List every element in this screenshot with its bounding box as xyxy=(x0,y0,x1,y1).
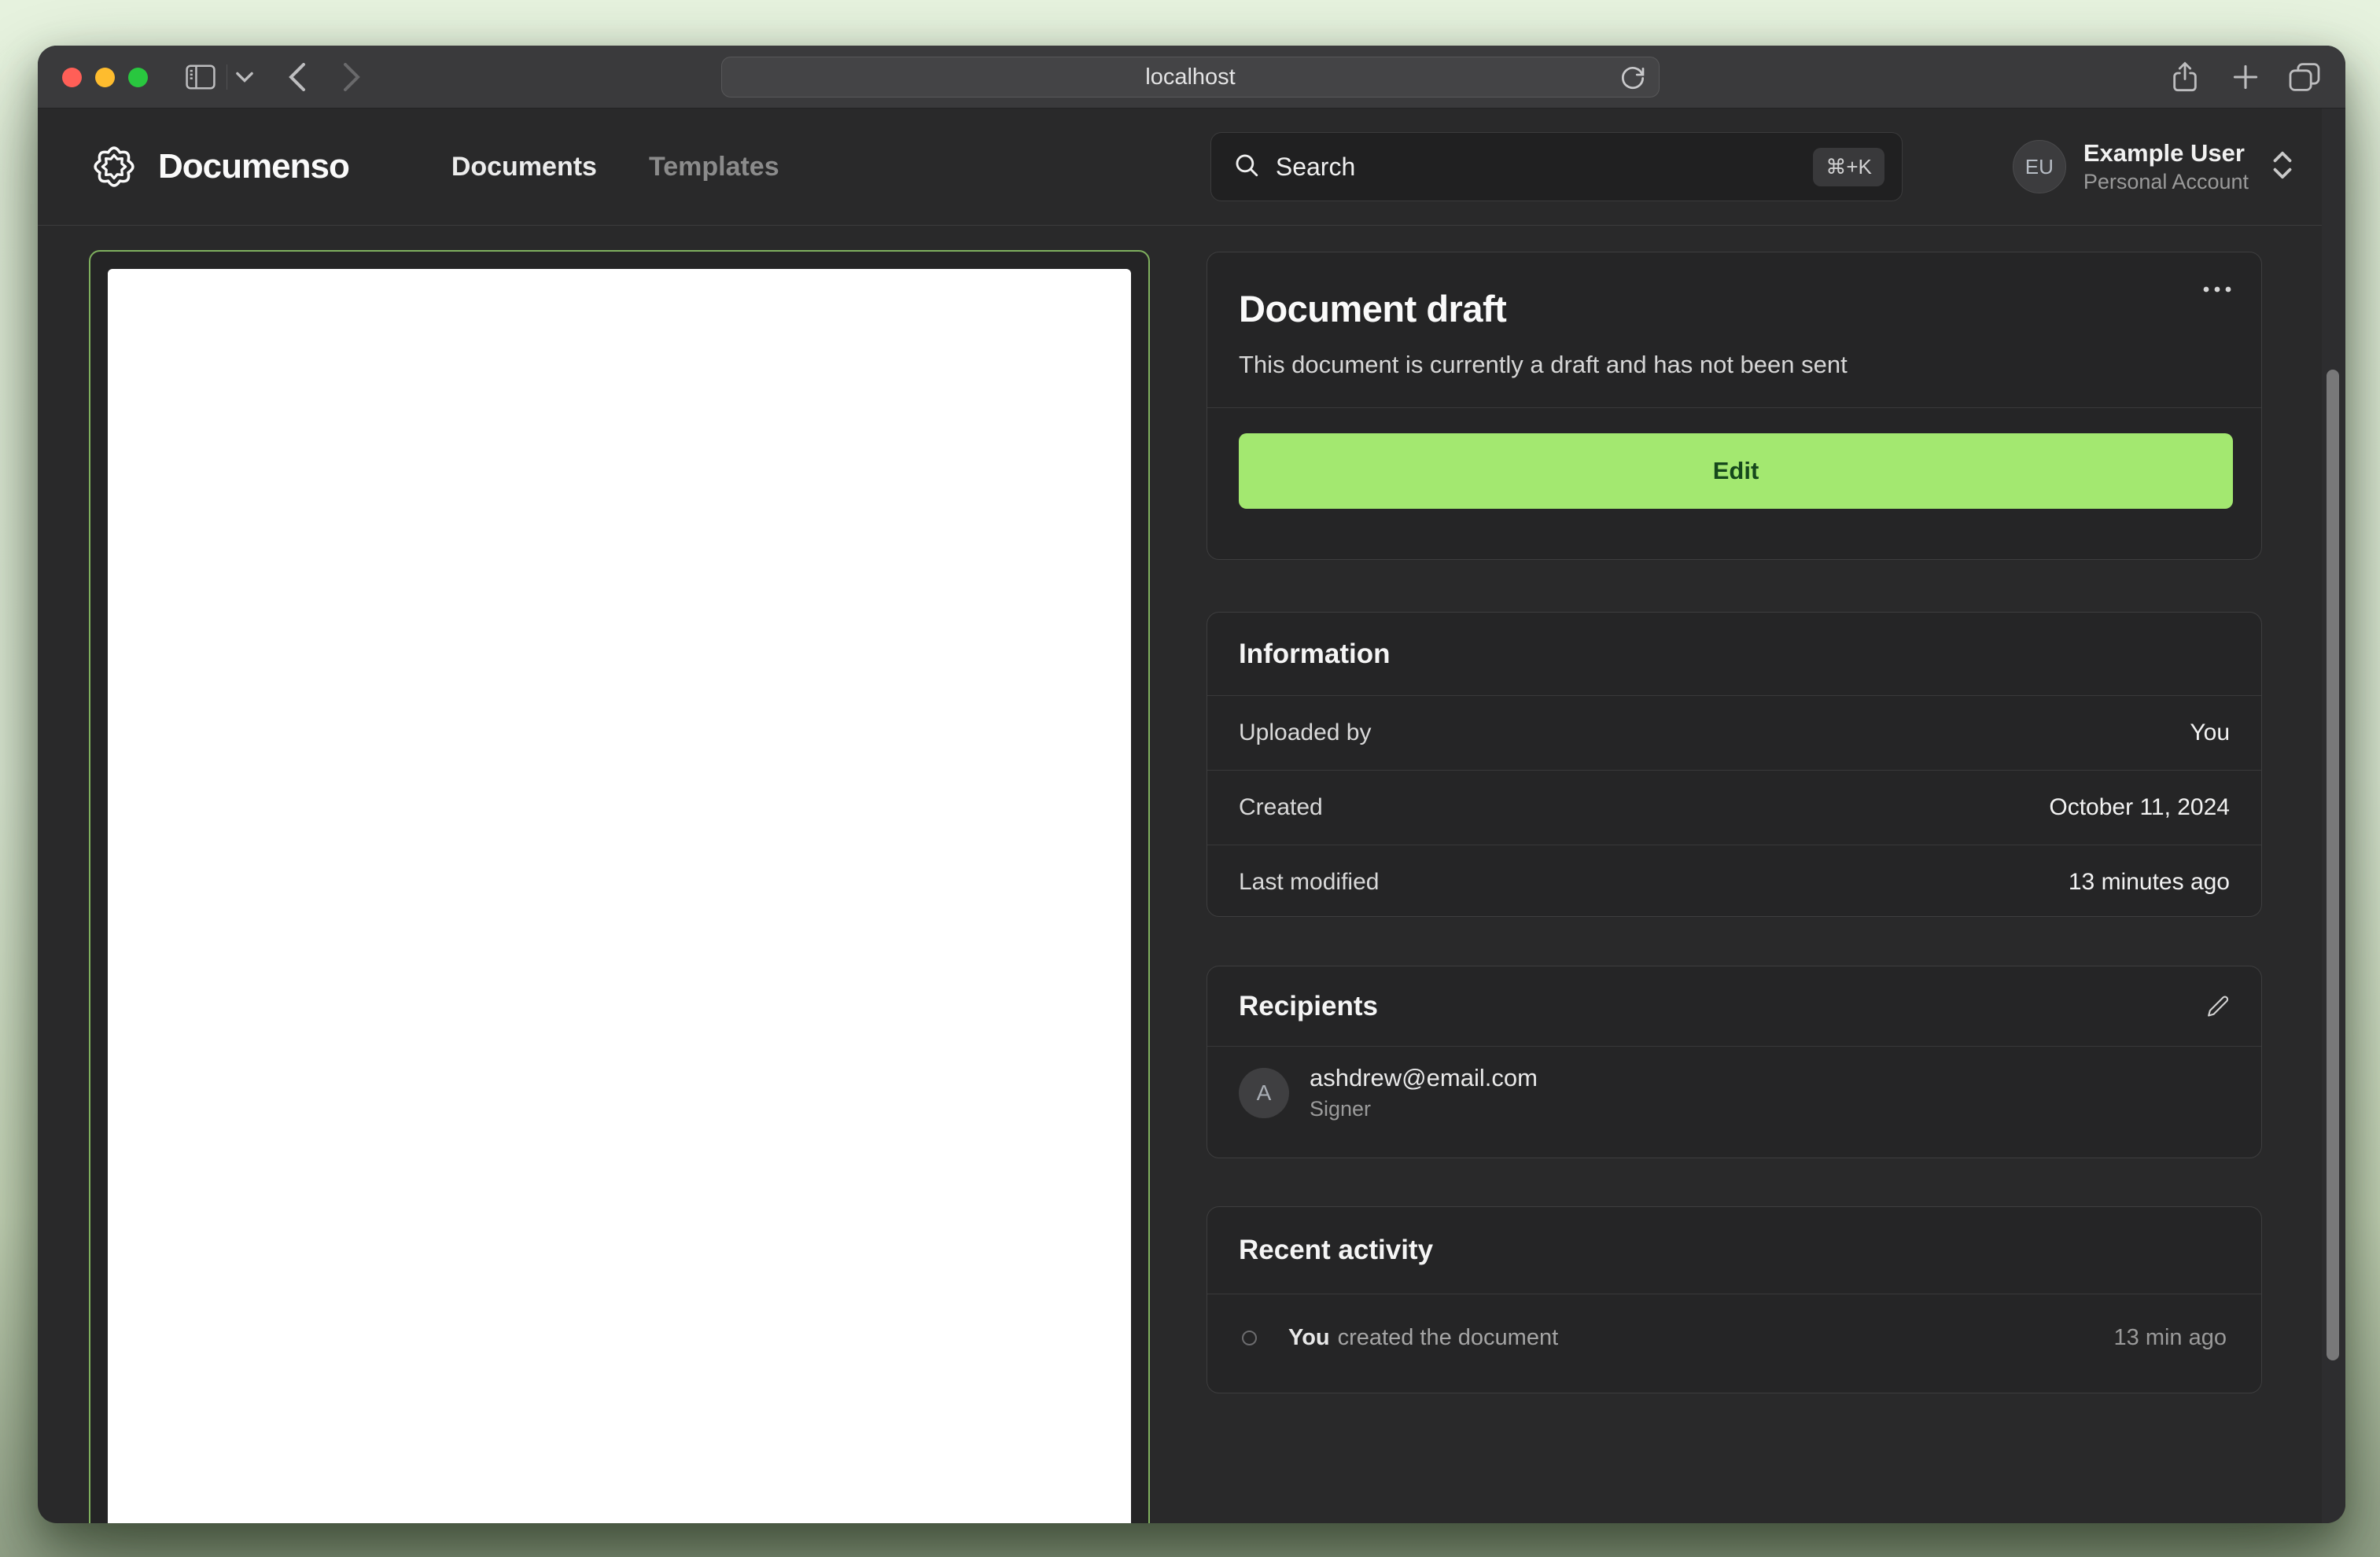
card-divider xyxy=(1207,407,2261,408)
recipient-avatar: A xyxy=(1239,1067,1289,1118)
close-window-button[interactable] xyxy=(62,68,82,87)
back-icon[interactable] xyxy=(278,46,316,109)
more-options-icon[interactable] xyxy=(2201,284,2233,298)
edit-recipients-pencil-icon[interactable] xyxy=(2206,995,2230,1018)
info-value: October 11, 2024 xyxy=(2049,794,2230,820)
zoom-window-button[interactable] xyxy=(128,68,148,87)
browser-window: localhost Documenso Documents Templates … xyxy=(38,46,2345,1523)
brand-name: Documenso xyxy=(158,147,350,186)
activity-action: created the document xyxy=(1337,1324,1559,1350)
scrollbar-thumb[interactable] xyxy=(2327,370,2339,1360)
info-value: You xyxy=(2190,720,2230,745)
reload-icon[interactable] xyxy=(1618,63,1648,99)
info-value: 13 minutes ago xyxy=(2068,869,2230,895)
activity-time: 13 min ago xyxy=(2113,1324,2227,1350)
document-status-subtitle: This document is currently a draft and h… xyxy=(1239,351,1848,378)
activity-row: You created the document 13 min ago xyxy=(1207,1294,2261,1381)
info-label: Created xyxy=(1239,794,1323,820)
tab-overview-icon[interactable] xyxy=(2284,46,2325,109)
document-page xyxy=(108,269,1131,1523)
recent-activity-title: Recent activity xyxy=(1239,1235,1434,1265)
document-status-title: Document draft xyxy=(1239,288,1507,329)
activity-dot-icon xyxy=(1242,1330,1257,1345)
nav-documents[interactable]: Documents xyxy=(451,152,597,182)
minimize-window-button[interactable] xyxy=(95,68,115,87)
user-menu[interactable]: EU Example User Personal Account xyxy=(2012,138,2294,195)
url-text: localhost xyxy=(1145,64,1236,90)
user-account-type: Personal Account xyxy=(2083,170,2249,194)
nav-templates[interactable]: Templates xyxy=(649,152,779,182)
scrollbar-track[interactable] xyxy=(2322,109,2345,1523)
recent-activity-card: Recent activity You created the document… xyxy=(1207,1206,2262,1393)
document-draft-card: Document draft This document is currentl… xyxy=(1207,252,2262,560)
app-header: Documenso Documents Templates ⌘+K EU Exa… xyxy=(38,109,2345,226)
chevrons-up-down-icon xyxy=(2271,150,2294,184)
browser-toolbar: localhost xyxy=(38,46,2345,109)
info-row-uploaded-by: Uploaded by You xyxy=(1207,696,2261,770)
new-tab-icon[interactable] xyxy=(2227,46,2264,109)
document-preview-frame xyxy=(89,250,1150,1523)
user-avatar: EU xyxy=(2012,140,2066,193)
forward-icon[interactable] xyxy=(333,46,370,109)
recipient-role: Signer xyxy=(1310,1097,1372,1121)
sidebar-toggle-icon[interactable] xyxy=(181,46,220,109)
search-input[interactable] xyxy=(1275,152,1798,182)
chevron-down-icon[interactable] xyxy=(231,46,258,109)
info-row-last-modified: Last modified 13 minutes ago xyxy=(1207,845,2261,919)
info-label: Uploaded by xyxy=(1239,720,1372,745)
recipients-card: Recipients A ashdrew@email.com Signer xyxy=(1207,966,2262,1158)
activity-actor: You xyxy=(1288,1324,1330,1350)
info-row-created: Created October 11, 2024 xyxy=(1207,771,2261,845)
information-card: Information Uploaded by You Created Octo… xyxy=(1207,612,2262,917)
search-shortcut-badge: ⌘+K xyxy=(1813,147,1884,186)
information-title: Information xyxy=(1239,638,1391,669)
edit-button[interactable]: Edit xyxy=(1239,433,2233,509)
share-icon[interactable] xyxy=(2166,46,2204,109)
recipient-row: A ashdrew@email.com Signer xyxy=(1207,1047,2261,1139)
recipients-title: Recipients xyxy=(1239,990,1378,1021)
main-nav: Documents Templates xyxy=(451,152,779,182)
documenso-logo-icon xyxy=(94,146,134,187)
user-name: Example User xyxy=(2083,138,2245,167)
search-icon xyxy=(1233,152,1260,182)
address-bar[interactable]: localhost xyxy=(721,57,1660,98)
info-label: Last modified xyxy=(1239,869,1380,895)
search-bar[interactable]: ⌘+K xyxy=(1210,132,1903,201)
recipient-email: ashdrew@email.com xyxy=(1310,1064,1538,1091)
documenso-logo[interactable]: Documenso xyxy=(89,142,350,192)
